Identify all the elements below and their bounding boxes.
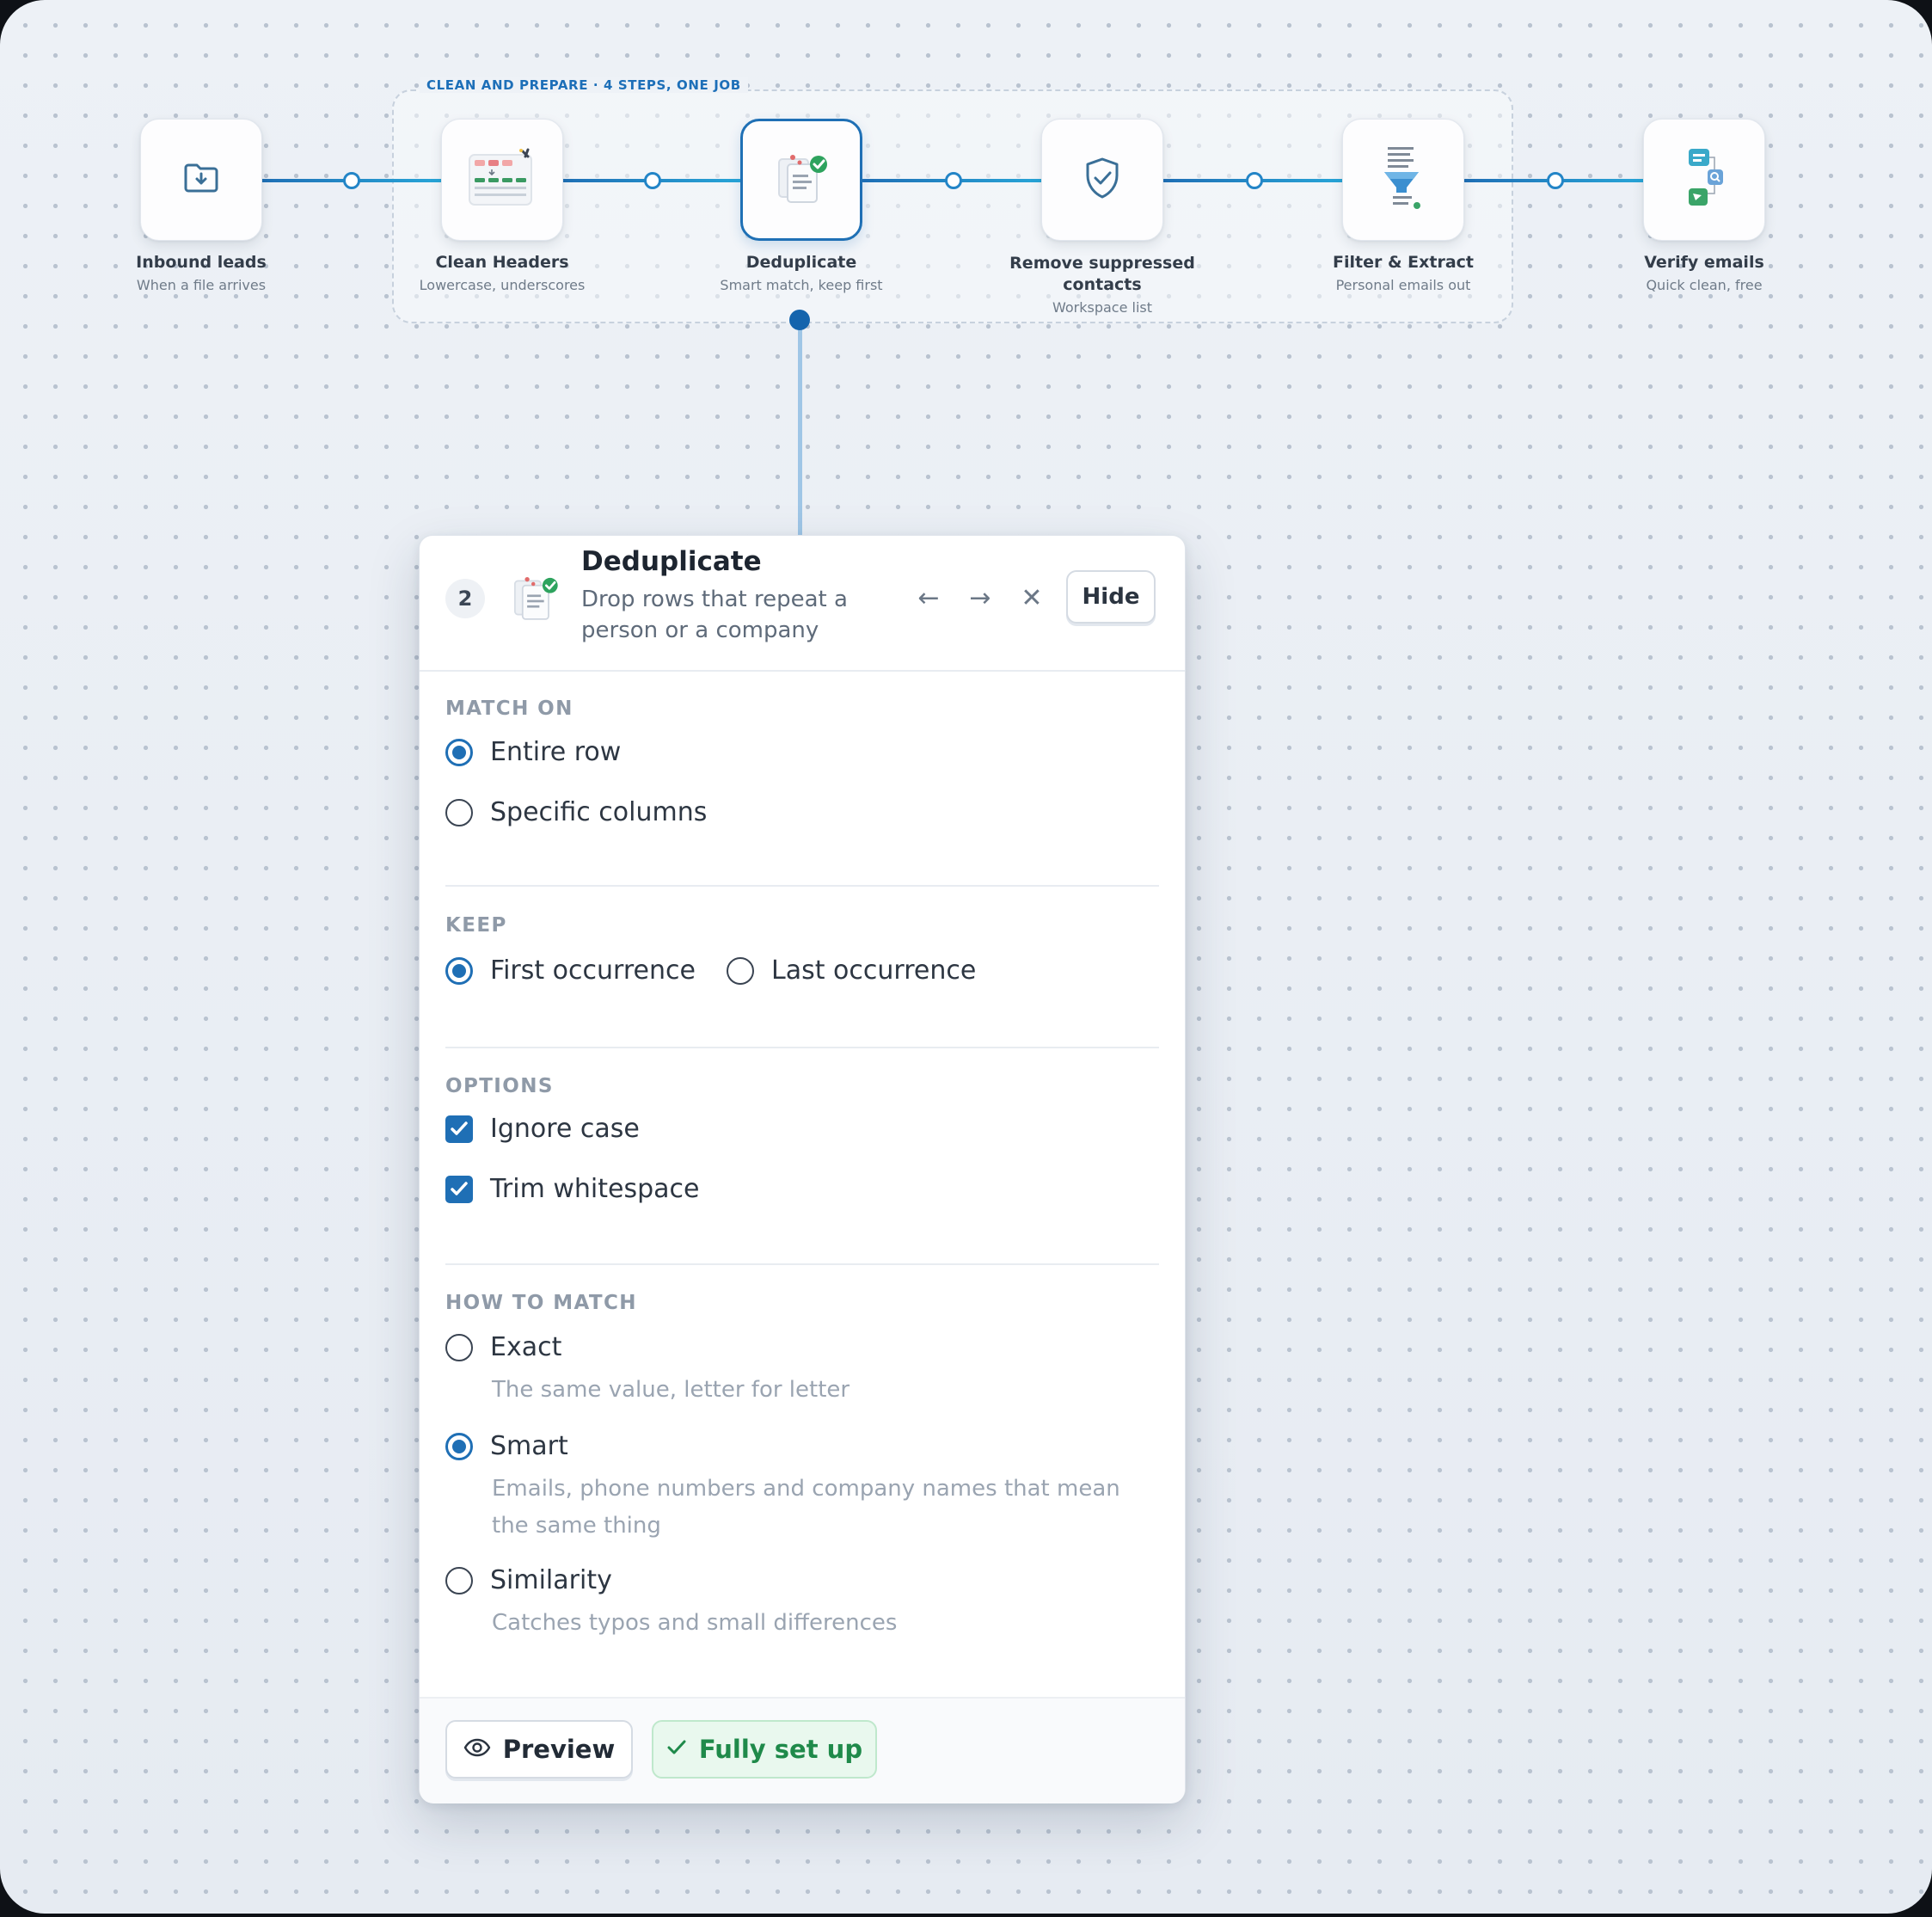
connector-handle[interactable]: [1547, 172, 1564, 189]
option-help-text: The same value, letter for letter: [492, 1377, 850, 1403]
documents-check-icon: [770, 147, 832, 212]
radio-entire-row[interactable]: Entire row: [445, 737, 621, 767]
step-settings-panel: 2 Deduplicate Drop rows that repeat a pe…: [419, 535, 1186, 1803]
radio-indicator[interactable]: [445, 1333, 473, 1361]
node-verify-emails[interactable]: [1643, 119, 1765, 241]
divider: [445, 1263, 1159, 1265]
section-label-keep: KEEP: [445, 914, 507, 937]
close-icon[interactable]: ✕: [1015, 581, 1049, 615]
node-title: Deduplicate: [745, 253, 857, 272]
section-label-how-to-match: HOW TO MATCH: [445, 1292, 637, 1314]
option-help-text: Emails, phone numbers and company names …: [492, 1476, 1120, 1539]
divider: [445, 1047, 1159, 1048]
radio-similarity[interactable]: Similarity: [445, 1565, 612, 1595]
node-title: Clean Headers: [435, 253, 569, 272]
verify-flow-icon: [1678, 144, 1730, 216]
node-title: Verify emails: [1644, 253, 1764, 272]
divider: [445, 885, 1159, 887]
node-filter-extract[interactable]: [1342, 119, 1464, 241]
radio-indicator[interactable]: [445, 738, 473, 766]
panel-title: Deduplicate: [581, 546, 762, 577]
node-remove-suppressed[interactable]: [1041, 119, 1163, 241]
table-headers-icon: [466, 146, 538, 213]
panel-link-line: [798, 320, 802, 537]
option-label: Exact: [490, 1332, 562, 1362]
node-clean-headers[interactable]: [441, 119, 563, 241]
folder-download-icon: [182, 161, 220, 199]
preview-button-label: Preview: [502, 1735, 616, 1764]
node-subtitle: Workspace list: [1052, 299, 1153, 316]
checkbox-ignore-case[interactable]: Ignore case: [445, 1114, 640, 1144]
status-label: Fully set up: [698, 1735, 863, 1764]
arrow-left-icon[interactable]: ←: [911, 581, 946, 615]
node-subtitle: Quick clean, free: [1646, 277, 1763, 293]
funnel-icon: [1379, 144, 1427, 216]
radio-indicator[interactable]: [445, 798, 473, 826]
section-label-options: OPTIONS: [445, 1075, 554, 1097]
radio-first-occurrence[interactable]: First occurrence: [445, 955, 696, 986]
radio-indicator[interactable]: [445, 956, 473, 985]
node-title: Filter & Extract: [1333, 253, 1474, 272]
connector-handle[interactable]: [1246, 172, 1263, 189]
radio-indicator[interactable]: [445, 1432, 473, 1460]
documents-check-icon: [507, 570, 562, 625]
option-label: Smart: [490, 1431, 568, 1461]
node-subtitle: Personal emails out: [1335, 277, 1471, 293]
option-label: Last occurrence: [771, 955, 977, 986]
step-number-badge: 2: [445, 579, 485, 618]
node-title: Inbound leads: [136, 253, 267, 272]
node-subtitle: When a file arrives: [136, 277, 267, 293]
check-icon: [666, 1739, 687, 1760]
step-group-label: CLEAN AND PREPARE · 4 STEPS, ONE JOB: [420, 77, 748, 93]
option-label: Ignore case: [490, 1114, 640, 1144]
option-label: Similarity: [490, 1565, 612, 1595]
status-badge: Fully set up: [652, 1720, 877, 1779]
checkbox-indicator[interactable]: [445, 1175, 473, 1203]
option-label: Specific columns: [490, 797, 708, 827]
connector-handle[interactable]: [945, 172, 962, 189]
radio-specific-columns[interactable]: Specific columns: [445, 797, 707, 827]
section-label-match-on: MATCH ON: [445, 697, 573, 720]
panel-description: Drop rows that repeat a person or a comp…: [581, 587, 848, 643]
radio-indicator[interactable]: [445, 1566, 473, 1594]
radio-smart[interactable]: Smart: [445, 1431, 568, 1461]
radio-indicator[interactable]: [727, 956, 754, 985]
eye-icon: [463, 1738, 491, 1760]
option-label: First occurrence: [490, 955, 696, 986]
radio-last-occurrence[interactable]: Last occurrence: [727, 955, 976, 986]
node-subtitle: Lowercase, underscores: [419, 277, 586, 293]
node-inbound-leads[interactable]: [140, 119, 262, 241]
node-title: Remove suppressed contacts: [1009, 254, 1195, 294]
checkbox-trim-whitespace[interactable]: Trim whitespace: [445, 1174, 699, 1204]
panel-header: 2 Deduplicate Drop rows that repeat a pe…: [420, 536, 1185, 672]
workflow-canvas: CLEAN AND PREPARE · 4 STEPS, ONE JOB Inb…: [0, 0, 1932, 1914]
panel-footer: Preview Fully set up: [420, 1697, 1185, 1803]
node-subtitle: Smart match, keep first: [720, 277, 883, 293]
option-label: Trim whitespace: [490, 1174, 700, 1204]
arrow-right-icon[interactable]: →: [963, 581, 997, 615]
node-deduplicate[interactable]: [740, 119, 862, 241]
connector-handle[interactable]: [644, 172, 661, 189]
panel-link-handle[interactable]: [789, 310, 810, 330]
option-help-text: Catches typos and small differences: [492, 1610, 898, 1636]
preview-button[interactable]: Preview: [445, 1720, 633, 1779]
hide-button[interactable]: Hide: [1066, 570, 1156, 624]
shield-check-icon: [1082, 156, 1123, 204]
radio-exact[interactable]: Exact: [445, 1332, 561, 1362]
option-label: Entire row: [490, 737, 622, 767]
connector-handle[interactable]: [343, 172, 360, 189]
checkbox-indicator[interactable]: [445, 1115, 473, 1143]
